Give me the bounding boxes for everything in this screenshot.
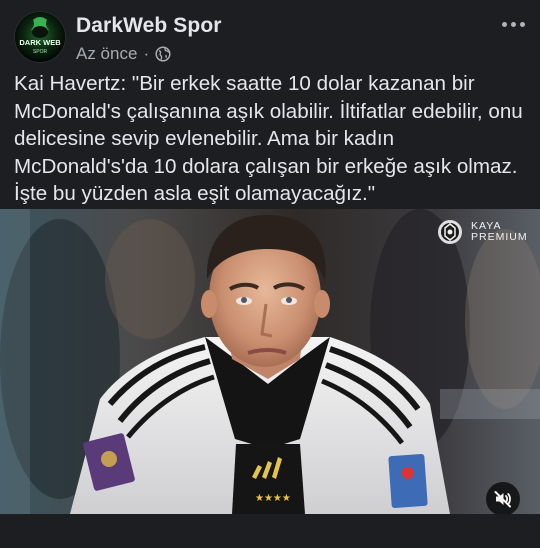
kaya-premium-logo-icon (438, 220, 462, 244)
watermark: KAYA PREMIUM (433, 218, 528, 246)
more-dot (519, 21, 525, 27)
more-dot (510, 21, 516, 27)
page-avatar[interactable]: DARK WEB SPOR (15, 12, 65, 62)
darkweb-logo-icon: DARK WEB SPOR (15, 12, 65, 62)
meta-separator: · (143, 44, 150, 63)
post-footer-area (0, 514, 540, 548)
page-name[interactable]: DarkWeb Spor (76, 14, 222, 38)
watermark-text: KAYA PREMIUM (471, 221, 528, 243)
avatar-subtext: SPOR (33, 49, 48, 55)
mute-toggle-button[interactable] (486, 482, 520, 516)
globe-icon[interactable] (155, 46, 171, 62)
speaker-muted-icon (494, 491, 511, 508)
svg-text:★★★★: ★★★★ (255, 493, 291, 504)
post-timestamp[interactable]: Az önce (76, 44, 137, 64)
post-text: Kai Havertz: "Bir erkek saatte 10 dolar … (14, 72, 523, 206)
facebook-post: DARK WEB SPOR DarkWeb Spor Az önce · Kai… (0, 0, 540, 548)
post-photo[interactable]: ★★★★ (0, 209, 540, 514)
post-meta: Az önce · (76, 44, 171, 64)
avatar-text: DARK WEB (19, 38, 61, 47)
watermark-line2: PREMIUM (471, 231, 528, 243)
post-header: DARK WEB SPOR DarkWeb Spor Az önce · (0, 0, 540, 64)
more-dot (501, 21, 507, 27)
more-options-button[interactable] (496, 12, 530, 36)
player-photo-image: ★★★★ (0, 209, 540, 514)
